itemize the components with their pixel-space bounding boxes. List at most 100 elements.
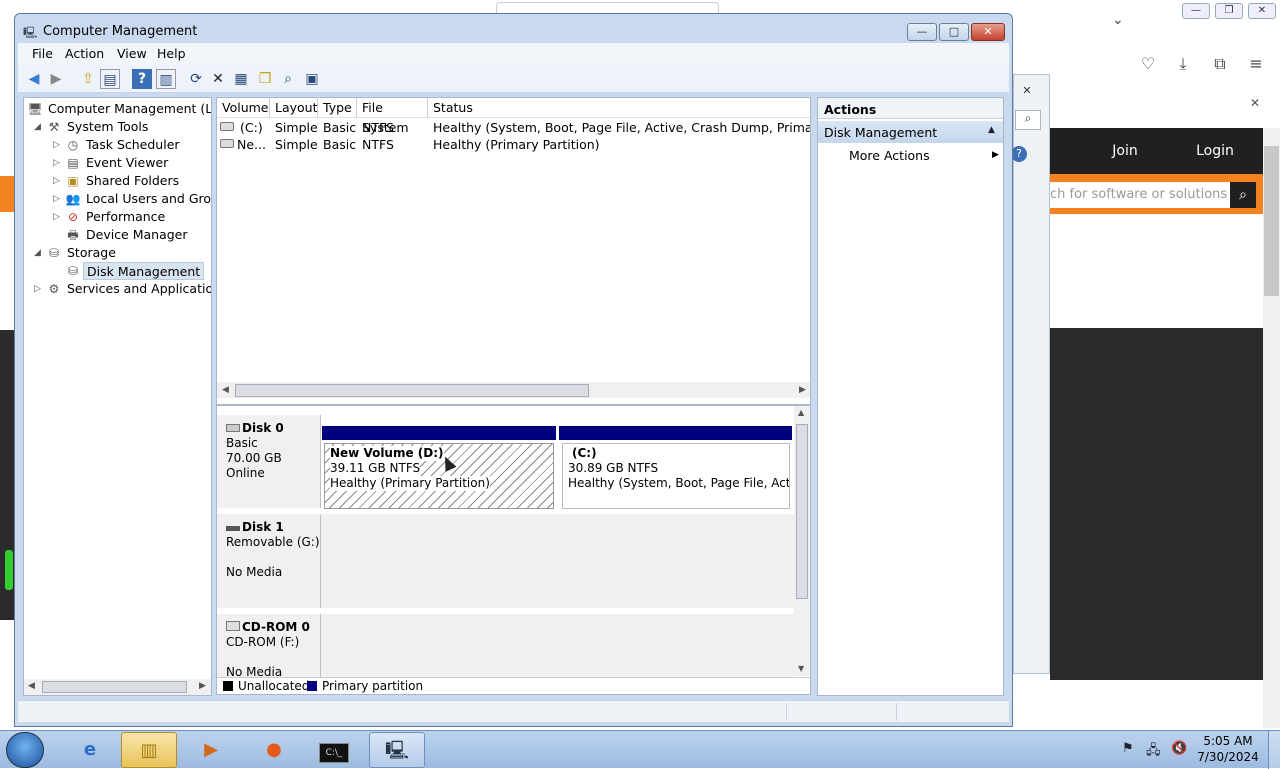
media-player-icon[interactable]: ▶ [183,732,239,768]
start-button[interactable] [6,732,44,768]
col-type[interactable]: Type [318,98,357,118]
disk1-area [321,514,794,608]
scroll-left-icon[interactable]: ◀ [28,681,35,691]
tree-item-performance[interactable]: Performance [86,208,165,226]
action-center-flag-icon[interactable]: ⚑ [1122,741,1134,756]
collapsed-arrow-icon[interactable]: ▷ [34,284,41,294]
collapsed-arrow-icon[interactable]: ▷ [53,194,60,204]
properties-icon[interactable]: ▦ [231,69,251,89]
tree-item-shared-folders[interactable]: Shared Folders [86,172,179,190]
back-icon[interactable]: ◀ [24,69,44,89]
dialog-close-icon[interactable]: ✕ [1015,84,1039,100]
notification-close-icon[interactable]: ✕ [1250,96,1260,110]
shared-folder-icon: ▣ [67,174,79,188]
help-topic-icon[interactable]: ? [132,69,152,89]
table-row[interactable]: (C:) Simple Basic NTFS Healthy (System, … [217,119,810,136]
computer-management-icon: 🖳 [23,26,38,39]
search-icon[interactable]: ⌕ [278,69,298,89]
maximize-button[interactable]: □ [939,23,969,41]
help-icon[interactable]: ? [1011,146,1027,162]
show-hide-action-pane-icon[interactable]: ▥ [156,69,176,89]
scroll-right-icon[interactable]: ▶ [799,385,806,395]
clock-date[interactable]: 7/30/2024 [1195,750,1261,764]
menu-view[interactable]: View [117,46,147,61]
collapsed-arrow-icon[interactable]: ▷ [53,176,60,186]
site-search-input[interactable]: ch for software or solutions [1050,182,1230,208]
tree-item-task-scheduler[interactable]: Task Scheduler [86,136,180,154]
join-link[interactable]: Join [1095,143,1155,159]
open-folder-icon[interactable]: ❒ [255,69,275,89]
command-prompt-icon[interactable]: C:\_ [306,732,362,768]
menu-help[interactable]: Help [157,46,186,61]
tree-item-storage[interactable]: Storage [67,244,116,262]
tree-item-system-tools[interactable]: System Tools [67,118,148,136]
collapsed-arrow-icon[interactable]: ▷ [53,140,60,150]
partition-d[interactable]: New Volume (D:) 39.11 GB NTFS Healthy (P… [322,426,556,511]
layout-cell: Simple [275,137,318,152]
expanded-arrow-icon[interactable]: ◢ [34,248,41,258]
extensions-icon[interactable]: ⧉ [1210,54,1230,74]
fs-cell: NTFS [362,137,394,152]
up-folder-icon[interactable]: ⇧ [78,69,98,89]
show-hide-tree-icon[interactable]: ▤ [100,69,120,89]
tree-item-root[interactable]: Computer Management (Local [48,100,211,118]
partition-c[interactable]: (C:) 30.89 GB NTFS Healthy (System, Boot… [559,426,792,511]
file-explorer-icon[interactable]: ▥ [121,732,177,768]
primary-partition-bar [559,426,792,440]
login-link[interactable]: Login [1180,143,1250,159]
hamburger-menu-icon[interactable]: ≡ [1246,54,1266,73]
minimize-button[interactable]: — [907,23,937,41]
collapsed-arrow-icon[interactable]: ▷ [53,212,60,222]
browser-minimize-button[interactable]: — [1182,3,1210,19]
computer-management-taskbar-icon[interactable]: 🖳 [369,732,425,768]
scroll-left-icon[interactable]: ◀ [222,385,229,395]
close-button[interactable]: ✕ [971,23,1005,41]
disk1-label[interactable]: Disk 1 Removable (G:) No Media [217,514,321,608]
internet-explorer-icon[interactable]: e [62,732,118,768]
partition-d-title: New Volume (D:) [330,446,444,461]
volume-muted-icon[interactable]: 🔇 [1171,741,1187,756]
list-hscroll-thumb[interactable] [235,384,589,397]
graph-vscroll-thumb[interactable] [796,424,808,599]
site-search-button[interactable]: ⌕ [1230,182,1256,208]
show-desktop-button[interactable] [1268,731,1280,769]
menu-file[interactable]: File [32,46,53,61]
browser-close-button[interactable]: ✕ [1248,3,1276,19]
menu-action[interactable]: Action [65,46,104,61]
more-actions-item[interactable]: More Actions [849,148,930,163]
network-icon[interactable]: 🖧 [1146,741,1161,763]
expanded-arrow-icon[interactable]: ◢ [34,122,41,132]
delete-icon[interactable]: ✕ [208,69,228,89]
chevron-down-icon[interactable]: ⌄ [1112,12,1124,28]
tree-item-services[interactable]: Services and Applications [67,280,211,298]
download-icon[interactable]: ⤓ [1173,54,1193,74]
collapsed-arrow-icon[interactable]: ▷ [53,158,60,168]
browser-scrollbar-thumb[interactable] [1264,146,1279,296]
tree-item-event-viewer[interactable]: Event Viewer [86,154,168,172]
collapse-arrow-icon[interactable]: ▲ [988,125,995,135]
col-status[interactable]: Status [428,98,810,118]
col-file-system[interactable]: File System [357,98,428,135]
col-volume[interactable]: Volume [217,98,270,118]
refresh-icon[interactable]: ⟳ [186,69,206,89]
tree-item-local-users[interactable]: Local Users and Groups [86,190,211,208]
table-row[interactable]: Ne... Simple Basic NTFS Healthy (Primary… [217,136,810,153]
disk-properties-icon[interactable]: ▣ [302,69,322,89]
firefox-icon[interactable]: ● [246,732,302,768]
forward-icon[interactable]: ▶ [46,69,66,89]
disk0-label[interactable]: Disk 0 Basic 70.00 GB Online [217,415,321,508]
pocket-icon[interactable]: ♡ [1138,54,1158,73]
scroll-down-icon[interactable]: ▼ [798,664,804,673]
scroll-right-icon[interactable]: ▶ [199,681,206,691]
col-layout[interactable]: Layout [270,98,318,118]
tree-item-device-manager[interactable]: Device Manager [86,226,188,244]
scroll-up-icon[interactable]: ▲ [798,408,804,417]
type-cell: Basic [323,137,357,152]
tree-hscroll-thumb[interactable] [42,681,187,693]
dialog-search-icon[interactable]: ⌕ [1015,110,1041,130]
browser-restore-button[interactable]: ❐ [1215,3,1243,19]
actions-section-disk-management[interactable]: Disk Management [818,121,1003,143]
volume-list: Volume Layout Type File System Status (C… [216,97,811,405]
clock-time[interactable]: 5:05 AM [1195,734,1261,748]
tree-item-disk-management[interactable]: Disk Management [83,262,205,280]
